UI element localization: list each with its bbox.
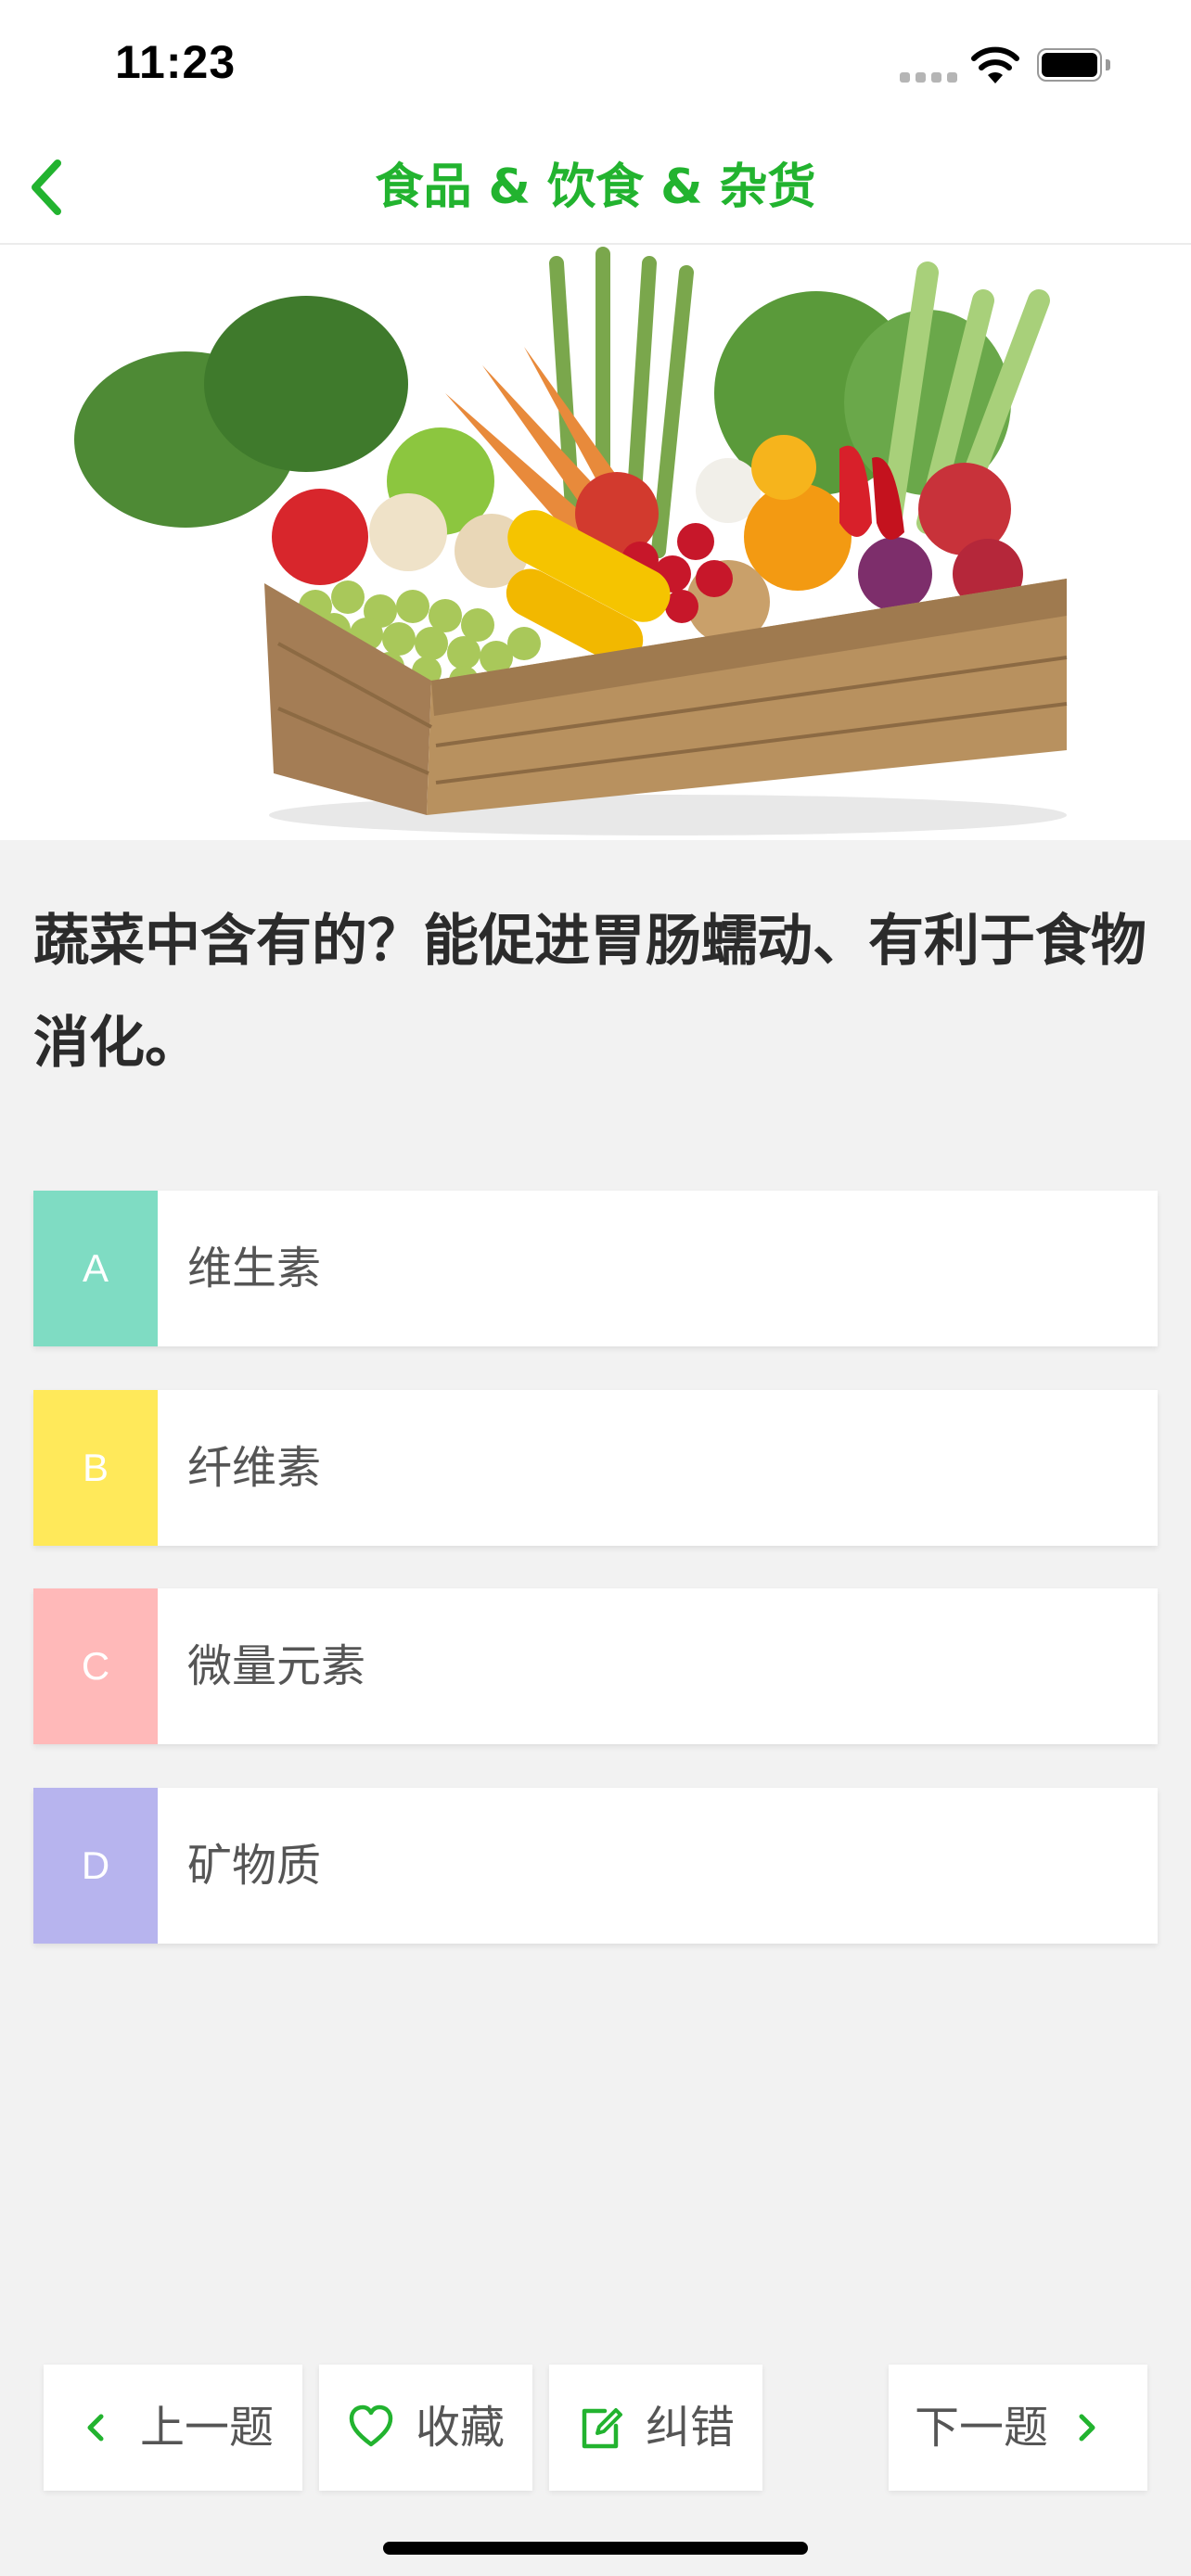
- option-letter: C: [33, 1588, 158, 1744]
- chevron-left-icon: [87, 2414, 104, 2442]
- report-error-label: 纠错: [646, 2402, 736, 2454]
- option-letter: D: [33, 1788, 158, 1944]
- chevron-right-icon: [1079, 2414, 1095, 2442]
- navigation-bar: 食品 & 饮食 & 杂货: [0, 130, 1191, 245]
- report-error-button[interactable]: 纠错: [549, 2365, 762, 2491]
- vegetable-crate-illustration: [0, 245, 1191, 840]
- option-b[interactable]: B 纤维素: [33, 1390, 1158, 1546]
- option-letter: A: [33, 1191, 158, 1346]
- cellular-signal-icon: [900, 72, 957, 83]
- wifi-icon: [971, 46, 1019, 83]
- status-bar: 11:23: [0, 0, 1191, 130]
- next-label: 下一题: [915, 2402, 1049, 2454]
- home-indicator: [383, 2542, 808, 2555]
- edit-icon: [582, 2408, 622, 2449]
- question-image: [0, 245, 1191, 840]
- option-d[interactable]: D 矿物质: [33, 1788, 1158, 1944]
- status-time: 11:23: [115, 36, 237, 88]
- option-text: 微量元素: [187, 1640, 366, 1692]
- option-text: 纤维素: [187, 1442, 322, 1494]
- option-text: 矿物质: [187, 1840, 322, 1892]
- battery-icon: [1037, 48, 1111, 85]
- option-text: 维生素: [187, 1243, 322, 1294]
- page-title: 食品 & 饮食 & 杂货: [375, 159, 816, 215]
- previous-question-button[interactable]: 上一题: [44, 2365, 302, 2491]
- option-c[interactable]: C 微量元素: [33, 1588, 1158, 1744]
- favorite-button[interactable]: 收藏: [319, 2365, 532, 2491]
- heart-icon: [349, 2404, 393, 2447]
- next-question-button[interactable]: 下一题: [889, 2365, 1147, 2491]
- previous-label: 上一题: [140, 2402, 275, 2454]
- option-a[interactable]: A 维生素: [33, 1191, 1158, 1346]
- question-text: 蔬菜中含有的？能促进胃肠蠕动、有利于食物消化。: [33, 909, 1146, 1076]
- option-letter: B: [33, 1390, 158, 1546]
- favorite-label: 收藏: [416, 2402, 506, 2454]
